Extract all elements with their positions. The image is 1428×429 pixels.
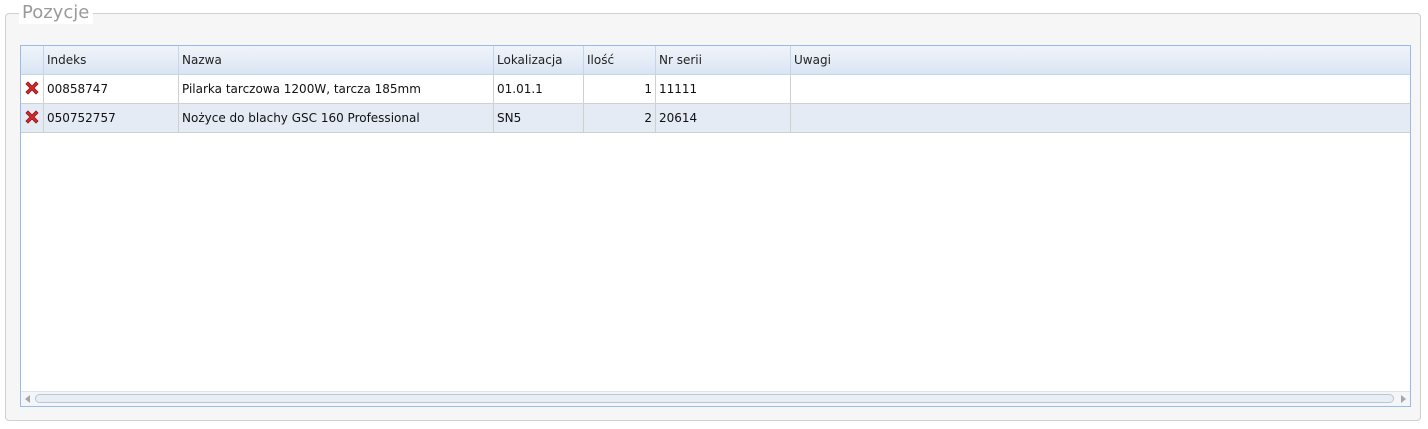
column-header-nazwa[interactable]: Nazwa — [179, 46, 494, 75]
lokalizacja-cell: SN5 — [494, 104, 584, 132]
column-header-nr-serii[interactable]: Nr serii — [656, 46, 791, 75]
ilosc-cell: 2 — [584, 104, 656, 132]
nr-serii-cell: 11111 — [656, 75, 791, 103]
panel-title: Pozycje — [19, 2, 94, 24]
nr-serii-cell: 20614 — [656, 104, 791, 132]
uwagi-cell — [791, 75, 1410, 103]
grid-header: Indeks Nazwa Lokalizacja Ilość Nr serii … — [21, 46, 1410, 75]
nazwa-cell: Pilarka tarczowa 1200W, tarcza 185mm — [179, 75, 494, 103]
positions-grid: Indeks Nazwa Lokalizacja Ilość Nr serii … — [20, 45, 1411, 407]
lokalizacja-cell: 01.01.1 — [494, 75, 584, 103]
table-row[interactable]: 00858747 Pilarka tarczowa 1200W, tarcza … — [21, 75, 1410, 104]
scroll-left-arrow-icon[interactable] — [25, 395, 30, 403]
delete-icon[interactable] — [24, 109, 40, 125]
action-cell — [21, 75, 44, 103]
ilosc-cell: 1 — [584, 75, 656, 103]
nazwa-cell: Nożyce do blachy GSC 160 Professional — [179, 104, 494, 132]
column-header-uwagi[interactable]: Uwagi — [791, 46, 1410, 75]
column-header-ilosc[interactable]: Ilość — [584, 46, 656, 75]
delete-icon[interactable] — [24, 80, 40, 96]
indeks-cell: 050752757 — [44, 104, 179, 132]
column-header-lokalizacja[interactable]: Lokalizacja — [494, 46, 584, 75]
indeks-cell: 00858747 — [44, 75, 179, 103]
scroll-right-arrow-icon[interactable] — [1401, 395, 1406, 403]
action-cell — [21, 104, 44, 132]
column-header-action — [21, 46, 44, 75]
table-row[interactable]: 050752757 Nożyce do blachy GSC 160 Profe… — [21, 104, 1410, 133]
column-header-indeks[interactable]: Indeks — [44, 46, 179, 75]
scrollbar-thumb[interactable] — [35, 394, 1394, 403]
horizontal-scrollbar[interactable] — [21, 391, 1410, 406]
uwagi-cell — [791, 104, 1410, 132]
